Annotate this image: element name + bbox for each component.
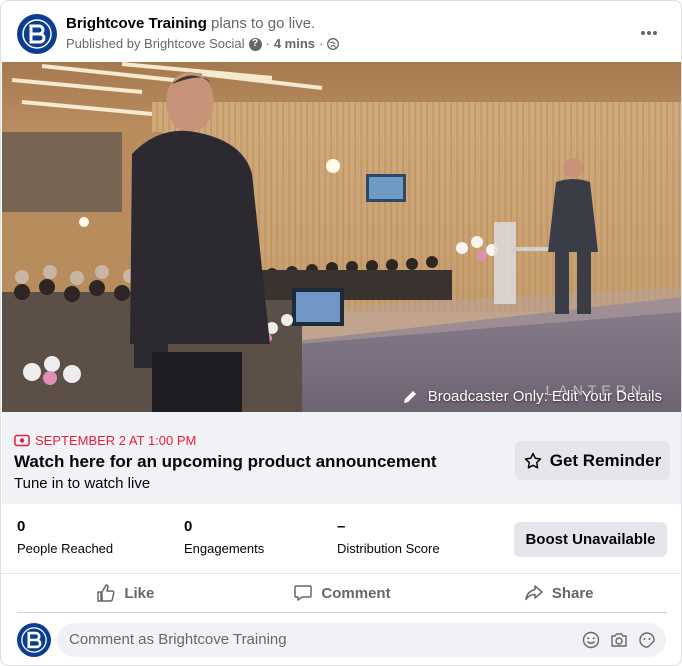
thumbs-up-icon bbox=[97, 584, 115, 602]
star-icon bbox=[524, 452, 541, 469]
page-avatar[interactable] bbox=[17, 14, 57, 54]
published-by[interactable]: Published by Brightcove Social bbox=[66, 35, 245, 53]
more-options-button[interactable] bbox=[639, 23, 659, 43]
share-button[interactable]: Share bbox=[450, 574, 667, 612]
comment-input[interactable]: Comment as Brightcove Training bbox=[57, 623, 666, 657]
get-reminder-button[interactable]: Get Reminder bbox=[515, 441, 670, 480]
brightcove-logo-icon bbox=[22, 19, 52, 49]
post-insights: 0 People Reached 0 Engagements – Distrib… bbox=[1, 504, 681, 574]
post-card: Brightcove Training plans to go live. Pu… bbox=[0, 0, 682, 666]
people-reached-stat: 0 People Reached bbox=[17, 518, 113, 556]
emoji-icon[interactable] bbox=[582, 631, 600, 649]
post-time[interactable]: 4 mins bbox=[274, 35, 315, 53]
event-date: SEPTEMBER 2 AT 1:00 PM bbox=[14, 433, 196, 448]
edit-details-link[interactable]: Broadcaster Only: Edit Your Details bbox=[402, 388, 662, 405]
camera-icon[interactable] bbox=[610, 631, 628, 649]
event-date-text: SEPTEMBER 2 AT 1:00 PM bbox=[35, 433, 197, 448]
edit-details-label: Broadcaster Only: Edit Your Details bbox=[427, 388, 662, 405]
globe-icon[interactable] bbox=[327, 38, 340, 50]
post-action-text: plans to go live. bbox=[211, 15, 316, 32]
post-actions: Like Comment Share bbox=[17, 574, 667, 612]
sticker-icon[interactable] bbox=[638, 631, 656, 649]
event-info-bar: SEPTEMBER 2 AT 1:00 PM Watch here for an… bbox=[2, 412, 681, 504]
comment-bubble-icon bbox=[294, 585, 313, 601]
comment-placeholder: Comment as Brightcove Training bbox=[69, 631, 287, 648]
comment-label: Comment bbox=[321, 584, 391, 602]
post-header-text: Brightcove Training plans to go live. Pu… bbox=[66, 14, 340, 53]
share-arrow-icon bbox=[525, 585, 543, 601]
comment-tools bbox=[582, 631, 656, 649]
distribution-score-value: – bbox=[337, 518, 346, 535]
people-reached-label: People Reached bbox=[17, 541, 114, 556]
distribution-score-stat: – Distribution Score bbox=[337, 518, 440, 556]
more-dots-icon bbox=[641, 31, 657, 35]
like-label: Like bbox=[124, 584, 155, 602]
distribution-score-label: Distribution Score bbox=[337, 541, 440, 556]
brightcove-logo-icon bbox=[21, 627, 47, 653]
engagements-stat: 0 Engagements bbox=[184, 518, 264, 556]
help-icon[interactable]: ? bbox=[248, 37, 262, 51]
engagements-value: 0 bbox=[184, 518, 193, 535]
share-label: Share bbox=[551, 584, 594, 602]
divider bbox=[17, 612, 667, 613]
pencil-icon bbox=[403, 390, 416, 403]
like-button[interactable]: Like bbox=[17, 574, 234, 612]
auditorium-scene-image bbox=[2, 62, 681, 412]
comment-button[interactable]: Comment bbox=[234, 574, 451, 612]
page-name-link[interactable]: Brightcove Training bbox=[66, 15, 207, 32]
meta-separator: · bbox=[265, 36, 270, 51]
engagements-label: Engagements bbox=[184, 541, 265, 556]
post-header: Brightcove Training plans to go live. Pu… bbox=[1, 1, 681, 63]
commenter-avatar[interactable] bbox=[17, 623, 51, 657]
meta-separator-2: · bbox=[319, 36, 324, 51]
live-video-preview[interactable]: LANTERN Broadcaster Only: Edit Your Deta… bbox=[2, 62, 681, 412]
event-subtitle: Tune in to watch live bbox=[14, 475, 151, 492]
get-reminder-label: Get Reminder bbox=[549, 450, 662, 470]
people-reached-value: 0 bbox=[17, 518, 26, 535]
event-title: Watch here for an upcoming product annou… bbox=[14, 452, 437, 471]
live-video-icon bbox=[14, 434, 30, 447]
boost-unavailable-button[interactable]: Boost Unavailable bbox=[514, 522, 667, 557]
